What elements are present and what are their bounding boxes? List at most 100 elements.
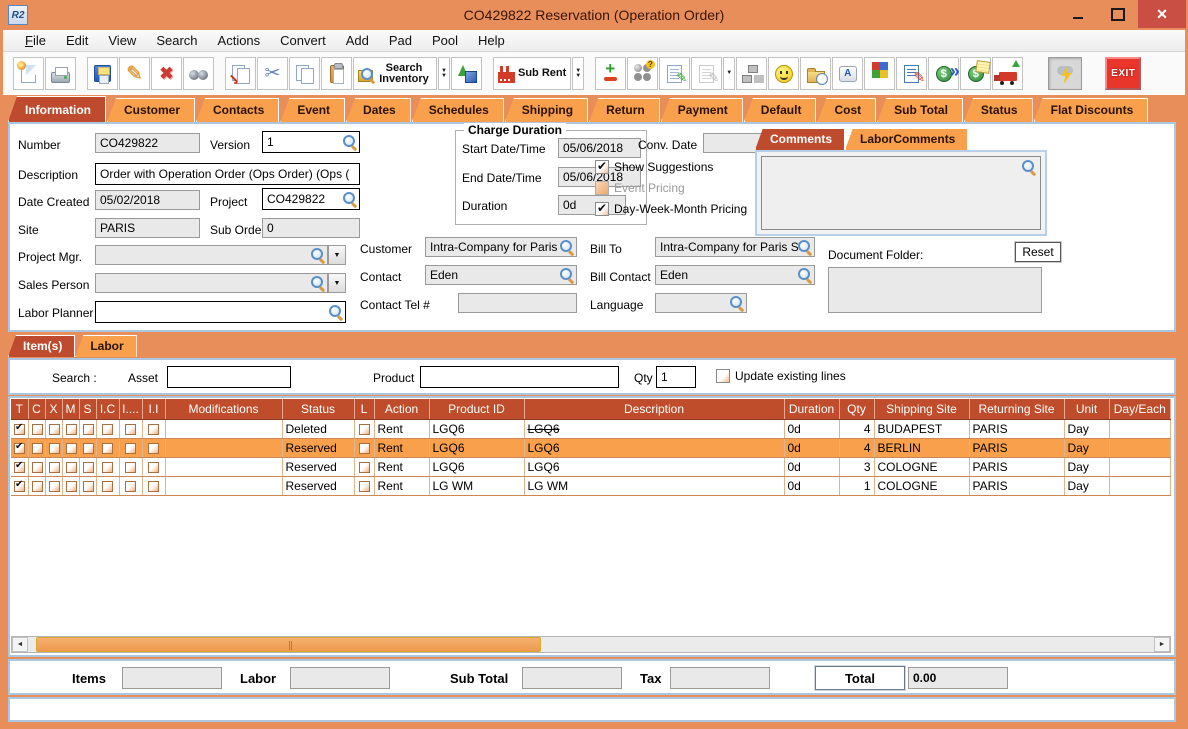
schedule-dropdown[interactable]: ▼ — [723, 57, 735, 90]
grid-column-header[interactable]: M — [62, 399, 79, 419]
grid-flag-checkbox[interactable] — [125, 462, 136, 473]
tab-comments[interactable]: Comments — [755, 128, 845, 150]
tab-dates[interactable]: Dates — [346, 98, 411, 122]
menu-pool[interactable]: Pool — [422, 31, 468, 50]
bill-contact-search-icon[interactable] — [798, 268, 812, 282]
menu-convert[interactable]: Convert — [270, 31, 336, 50]
grid-row[interactable]: ReservedRentLG WMLG WM0d1COLOGNEPARISDay — [11, 476, 1171, 495]
version-search-icon[interactable] — [343, 135, 357, 149]
grid-column-header[interactable]: I.... — [119, 399, 142, 419]
tab-event[interactable]: Event — [280, 98, 345, 122]
grid-column-header[interactable]: C — [28, 399, 45, 419]
menu-help[interactable]: Help — [468, 31, 515, 50]
contact-tel-field[interactable] — [458, 293, 577, 313]
grid-flag-checkbox[interactable] — [148, 424, 159, 435]
grid-column-header[interactable]: I.I — [142, 399, 165, 419]
grid-column-header[interactable]: Status — [282, 399, 354, 419]
new-document-button[interactable] — [13, 57, 44, 90]
tab-contacts[interactable]: Contacts — [196, 98, 279, 122]
grid-column-header[interactable]: Duration — [784, 399, 839, 419]
total-button[interactable]: Total — [815, 666, 905, 690]
grid-flag-checkbox[interactable] — [102, 481, 113, 492]
sales-person-dropdown[interactable]: ▼ — [328, 273, 346, 293]
grid-flag-checkbox[interactable] — [49, 481, 60, 492]
grid-flag-checkbox[interactable] — [14, 443, 25, 454]
horizontal-scrollbar[interactable]: ◄ ► — [11, 636, 1171, 653]
grid-column-header[interactable]: Modifications — [165, 399, 282, 419]
convert-order-button[interactable] — [225, 57, 256, 90]
grid-flag-checkbox[interactable] — [66, 481, 77, 492]
comments-search-icon[interactable] — [1022, 160, 1036, 174]
grid-row[interactable]: ReservedRentLGQ6LGQ60d3COLOGNEPARISDay — [11, 457, 1171, 476]
quick-flash-button[interactable] — [1048, 57, 1082, 90]
contact-search-icon[interactable] — [560, 268, 574, 282]
project-field[interactable]: CO429822 — [262, 188, 360, 210]
save-button[interactable] — [87, 57, 118, 90]
grid-l-checkbox[interactable] — [359, 424, 370, 435]
folder-history-button[interactable] — [800, 57, 831, 90]
grid-column-header[interactable]: I.C — [96, 399, 119, 419]
grid-flag-checkbox[interactable] — [49, 462, 60, 473]
grid-flag-checkbox[interactable] — [66, 424, 77, 435]
grid-flag-checkbox[interactable] — [148, 462, 159, 473]
edit-document-button[interactable] — [896, 57, 927, 90]
exit-button[interactable]: EXIT — [1105, 57, 1141, 90]
grid-flag-checkbox[interactable] — [32, 443, 43, 454]
scroll-right-arrow[interactable]: ► — [1154, 637, 1170, 652]
tab-customer[interactable]: Customer — [107, 98, 195, 122]
tab-cost[interactable]: Cost — [817, 98, 876, 122]
version-field[interactable]: 1 — [262, 131, 360, 153]
description-field[interactable]: Order with Operation Order (Ops Order) (… — [95, 163, 360, 185]
search-inventory-dropdown[interactable]: ▼▼ — [438, 57, 450, 90]
tab-labor-comments[interactable]: LaborComments — [845, 128, 968, 150]
grid-column-header[interactable]: S — [79, 399, 96, 419]
language-search-icon[interactable] — [730, 296, 744, 310]
menu-actions[interactable]: Actions — [208, 31, 271, 50]
reset-button[interactable]: Reset — [1015, 242, 1061, 262]
start-date-field[interactable]: 05/06/2018 — [558, 138, 641, 158]
grid-column-header[interactable]: T — [11, 399, 28, 419]
paste-button[interactable] — [321, 57, 352, 90]
grid-flag-checkbox[interactable] — [66, 462, 77, 473]
show-suggestions-checkbox[interactable] — [595, 160, 609, 174]
menu-view[interactable]: View — [98, 31, 146, 50]
grid-flag-checkbox[interactable] — [148, 443, 159, 454]
menu-add[interactable]: Add — [336, 31, 379, 50]
grid-flag-checkbox[interactable] — [125, 443, 136, 454]
grid-column-header[interactable]: Description — [524, 399, 784, 419]
scrollbar-thumb[interactable] — [36, 637, 541, 652]
product-shapes-button[interactable] — [451, 57, 482, 90]
grid-row[interactable]: ReservedRentLGQ6LGQ60d4BERLINPARISDay — [11, 438, 1171, 457]
project-mgr-search-icon[interactable] — [311, 248, 325, 262]
grid-row[interactable]: DeletedRentLGQ6LGQ60d4BUDAPESTPARISDay — [11, 419, 1171, 438]
project-mgr-dropdown[interactable]: ▼ — [328, 245, 346, 265]
minimize-button[interactable] — [1058, 0, 1098, 28]
tab-sub-total[interactable]: Sub Total — [877, 98, 963, 122]
find-button[interactable] — [183, 57, 214, 90]
money-notes-button[interactable] — [960, 57, 991, 90]
notes-button[interactable] — [659, 57, 690, 90]
grid-flag-checkbox[interactable] — [125, 481, 136, 492]
sub-rent-dropdown[interactable]: ▼▼ — [572, 57, 584, 90]
grid-flag-checkbox[interactable] — [83, 424, 94, 435]
print-button[interactable] — [45, 57, 76, 90]
cut-button[interactable] — [257, 57, 288, 90]
grid-flag-checkbox[interactable] — [49, 424, 60, 435]
grid-column-header[interactable]: Product ID — [429, 399, 524, 419]
asset-search-input[interactable] — [167, 366, 291, 388]
sub-rent-button[interactable]: Sub Rent — [493, 57, 571, 90]
grid-flag-checkbox[interactable] — [125, 424, 136, 435]
bill-to-search-icon[interactable] — [798, 240, 812, 254]
labor-planner-search-icon[interactable] — [329, 305, 343, 319]
customer-search-icon[interactable] — [560, 240, 574, 254]
grid-column-header[interactable]: Day/Each — [1109, 399, 1171, 419]
grid-flag-checkbox[interactable] — [66, 443, 77, 454]
contact-field[interactable]: Eden — [425, 265, 577, 285]
tab-information[interactable]: Information — [8, 96, 106, 122]
grid-flag-checkbox[interactable] — [102, 443, 113, 454]
bill-contact-field[interactable]: Eden — [655, 265, 815, 285]
dwm-pricing-checkbox[interactable] — [595, 202, 609, 216]
grid-l-checkbox[interactable] — [359, 481, 370, 492]
customer-smiley-button[interactable] — [768, 57, 799, 90]
inventory-cubes-button[interactable] — [864, 57, 895, 90]
